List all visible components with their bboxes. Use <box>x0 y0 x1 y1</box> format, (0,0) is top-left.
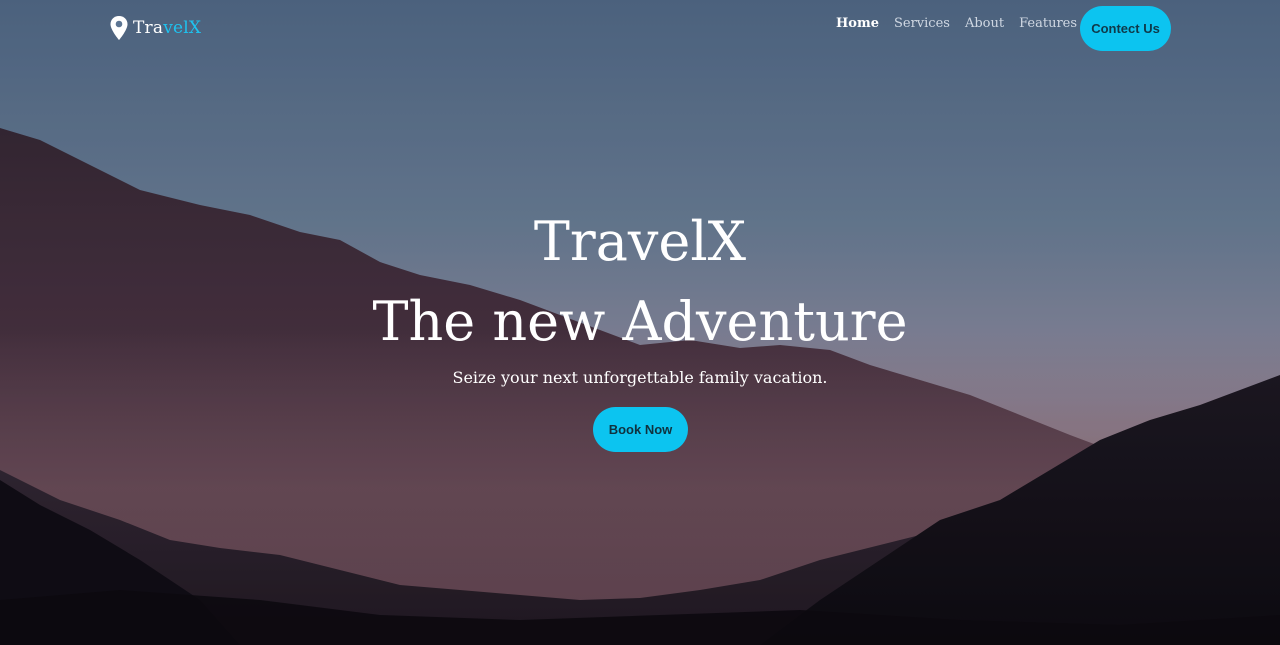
top-navbar: TravelX Home Services About Features Con… <box>0 0 1280 56</box>
hero-title: TravelX <box>533 210 747 273</box>
brand-name-part2: velX <box>163 18 202 38</box>
nav-link-home[interactable]: Home <box>836 16 879 31</box>
nav-link-services[interactable]: Services <box>894 16 950 31</box>
contact-us-button[interactable]: Contect Us <box>1080 6 1171 51</box>
hero-description: Seize your next unforgettable family vac… <box>452 368 828 387</box>
hero-subtitle: The new Adventure <box>372 290 908 353</box>
nav-link-features[interactable]: Features <box>1019 16 1077 31</box>
nav-link-about[interactable]: About <box>965 16 1004 31</box>
map-pin-icon <box>110 16 128 40</box>
brand-name-part1: Tra <box>133 18 164 38</box>
hero-section: TravelX Home Services About Features Con… <box>0 0 1280 645</box>
brand-logo[interactable]: TravelX <box>109 14 201 42</box>
brand-name: TravelX <box>133 18 201 38</box>
book-now-button[interactable]: Book Now <box>593 407 688 452</box>
nav-links: Home Services About Features <box>836 16 1077 31</box>
